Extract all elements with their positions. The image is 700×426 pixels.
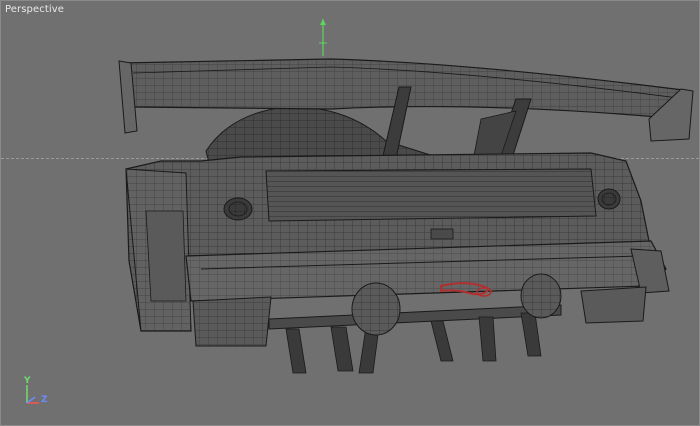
rear-diffuser	[268, 304, 562, 374]
tail-light-right	[597, 188, 621, 210]
axis-gizmo-icon	[26, 385, 39, 404]
axis-z-label: Z	[41, 395, 48, 405]
axis-gizmo: Y Z	[15, 373, 55, 413]
axis-y-label: Y	[24, 376, 31, 386]
tail-light-left	[223, 197, 253, 221]
exhaust-right	[520, 273, 562, 319]
perspective-viewport[interactable]: Perspective Y Z	[0, 0, 700, 426]
rear-bumper	[185, 240, 670, 347]
car-wireframe-model[interactable]	[1, 1, 700, 426]
pivot-gizmo[interactable]	[319, 19, 327, 56]
exhaust-left	[351, 282, 401, 336]
